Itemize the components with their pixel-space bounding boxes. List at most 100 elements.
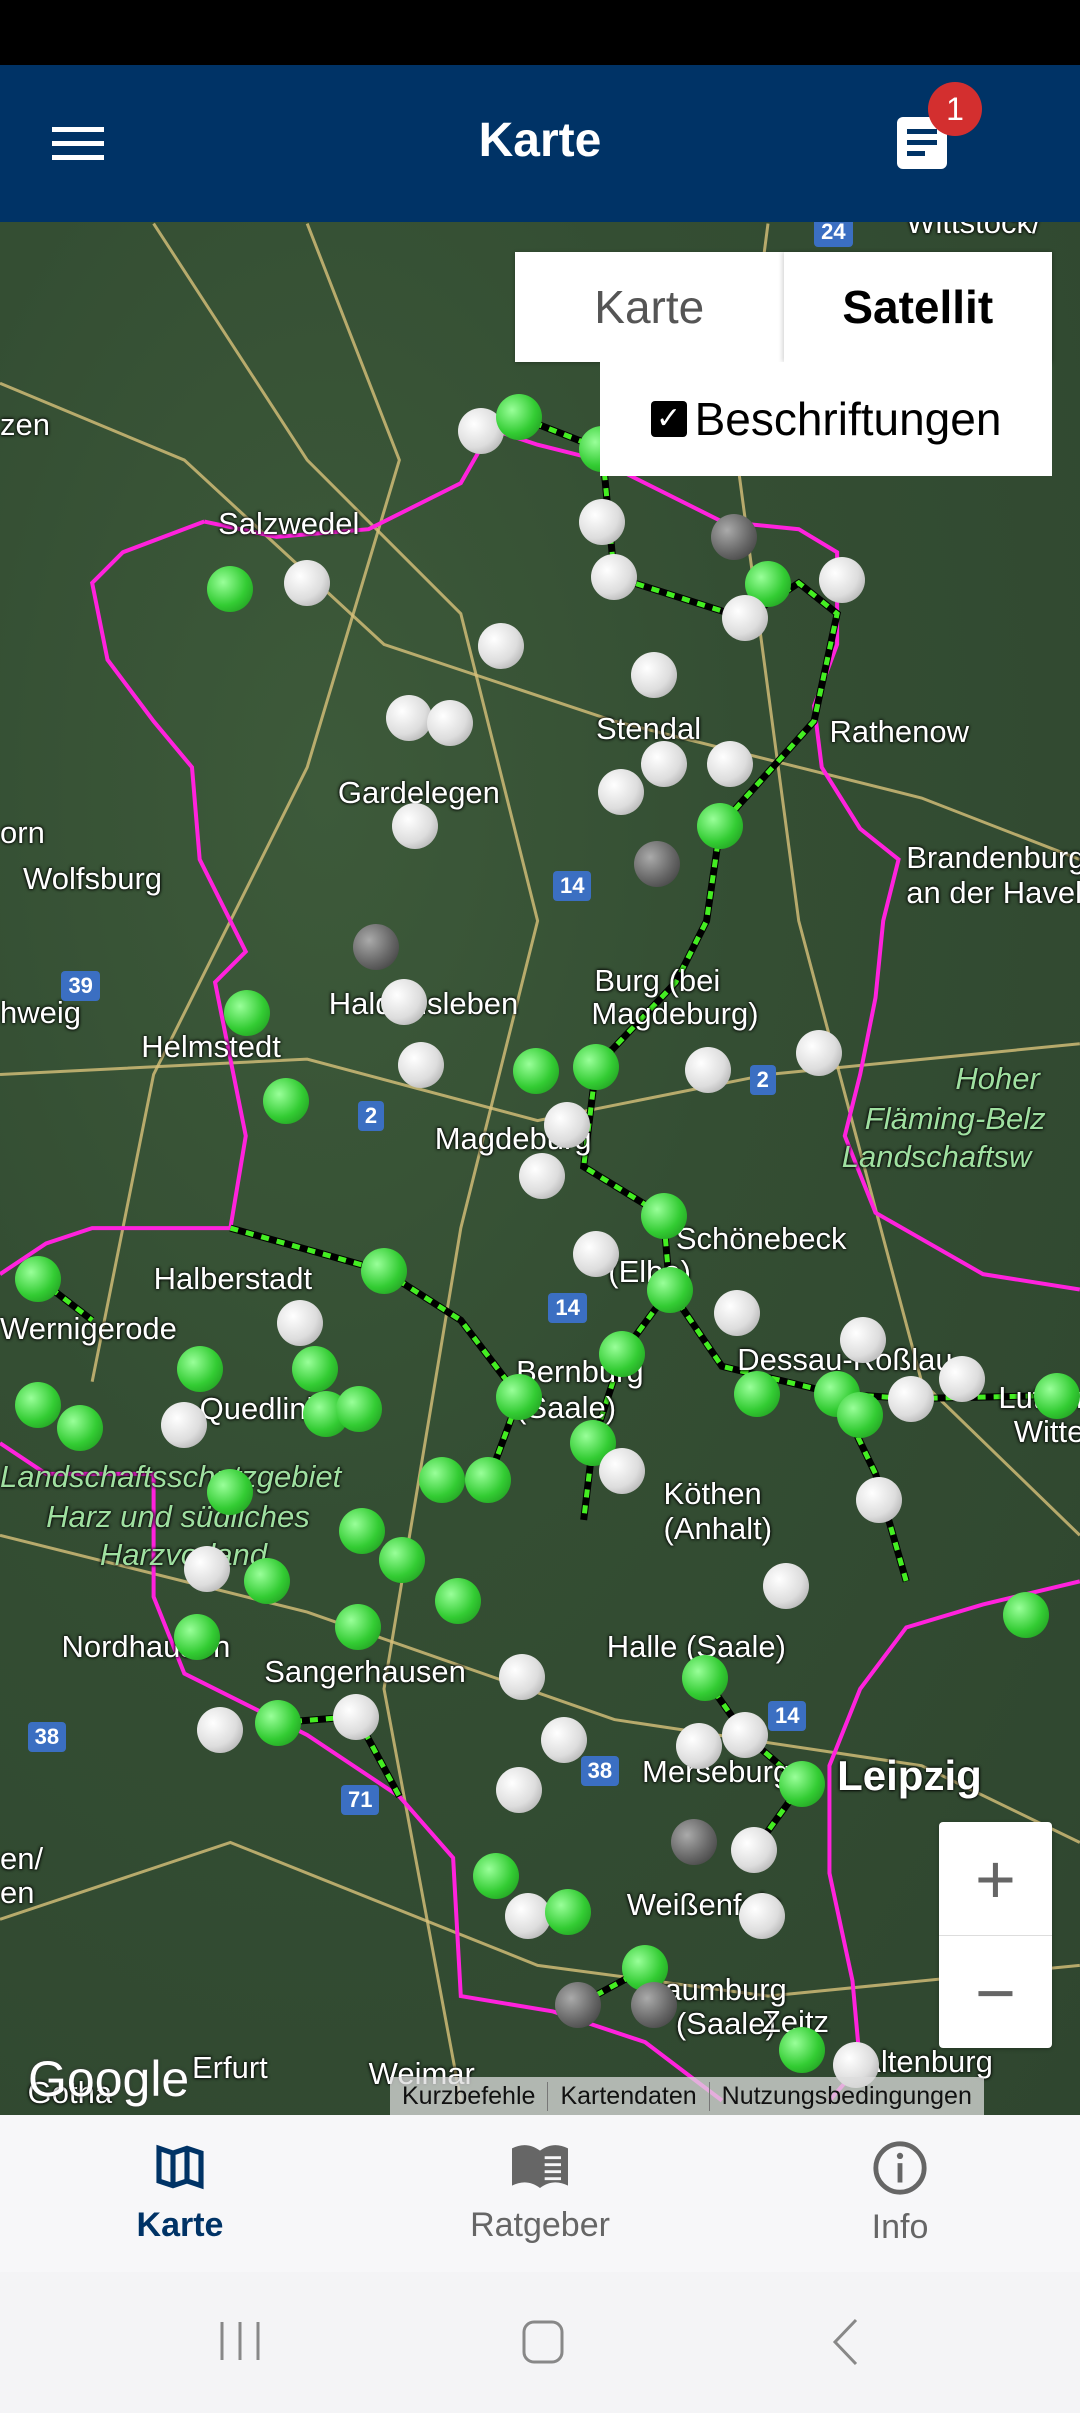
- place-label: Landschaftsschutzgebiet: [0, 1458, 342, 1494]
- marker-active[interactable]: [262, 1077, 309, 1124]
- app-bar: Karte 1: [0, 65, 1080, 222]
- marker-active[interactable]: [1003, 1592, 1050, 1639]
- marker-inactive[interactable]: [938, 1355, 985, 1402]
- marker-inactive[interactable]: [572, 1231, 619, 1278]
- road-shield: 39: [61, 970, 100, 1001]
- marker-inactive[interactable]: [591, 553, 638, 600]
- marker-inactive[interactable]: [714, 1289, 761, 1336]
- checkbox-checked-icon: ✓: [650, 401, 687, 437]
- marker-inactive[interactable]: [855, 1476, 902, 1523]
- marker-inactive[interactable]: [540, 1716, 587, 1763]
- place-label: Helmstedt: [141, 1028, 281, 1064]
- marker-inactive[interactable]: [519, 1152, 566, 1199]
- marker-inactive[interactable]: [397, 1042, 444, 1089]
- marker-inactive[interactable]: [738, 1893, 785, 1940]
- marker-inactive[interactable]: [731, 1827, 778, 1874]
- marker-active[interactable]: [697, 802, 744, 849]
- marker-active[interactable]: [15, 1381, 62, 1428]
- marker-inactive[interactable]: [391, 802, 438, 849]
- marker-active[interactable]: [56, 1404, 103, 1451]
- map-type-karte-button[interactable]: Karte: [515, 252, 784, 362]
- zoom-in-button[interactable]: +: [939, 1822, 1052, 1936]
- marker-inactive[interactable]: [640, 741, 687, 788]
- marker-active[interactable]: [640, 1192, 687, 1239]
- marker-active[interactable]: [496, 1374, 543, 1421]
- marker-active[interactable]: [173, 1613, 220, 1660]
- marker-inactive[interactable]: [597, 768, 644, 815]
- marker-unknown[interactable]: [554, 1982, 601, 2029]
- marker-active[interactable]: [419, 1456, 466, 1503]
- tab-karte[interactable]: Karte: [0, 2115, 360, 2272]
- marker-inactive[interactable]: [543, 1102, 590, 1149]
- tab-ratgeber[interactable]: Ratgeber: [360, 2115, 720, 2272]
- map-type-toggle: Karte Satellit: [515, 252, 1052, 362]
- tab-label: Karte: [136, 2206, 224, 2244]
- marker-inactive[interactable]: [685, 1046, 732, 1093]
- marker-active[interactable]: [339, 1507, 386, 1554]
- marker-inactive[interactable]: [477, 622, 524, 669]
- marker-active[interactable]: [496, 394, 543, 441]
- back-icon: [832, 2318, 858, 2366]
- marker-inactive[interactable]: [276, 1300, 323, 1347]
- home-icon: [522, 2320, 564, 2364]
- marker-active[interactable]: [734, 1370, 781, 1417]
- marker-active[interactable]: [778, 1761, 825, 1808]
- zoom-out-button[interactable]: −: [939, 1936, 1052, 2049]
- terms-link[interactable]: Nutzungsbedingungen: [710, 2082, 984, 2111]
- marker-unknown[interactable]: [353, 923, 400, 970]
- place-label: Salzwedel: [218, 506, 360, 542]
- marker-inactive[interactable]: [579, 498, 626, 545]
- marker-active[interactable]: [545, 1888, 592, 1935]
- marker-inactive[interactable]: [706, 741, 753, 788]
- marker-inactive[interactable]: [721, 1711, 768, 1758]
- marker-inactive[interactable]: [499, 1653, 546, 1700]
- map-view[interactable]: Wittstock/zen Salzwedel Stendal Rathenow Gar…: [0, 222, 1080, 2115]
- book-icon: [512, 2145, 568, 2188]
- map-data-link[interactable]: Kartendaten: [548, 2081, 710, 2111]
- place-label: Burg (bei: [594, 962, 721, 998]
- map-type-satellit-button[interactable]: Satellit: [784, 252, 1053, 362]
- system-nav-icons: [220, 2318, 858, 2366]
- marker-inactive[interactable]: [675, 1722, 722, 1769]
- place-label: Sangerhausen: [264, 1653, 466, 1689]
- map-icon: [156, 2144, 204, 2190]
- tab-info[interactable]: Info: [720, 2115, 1080, 2272]
- road-shield: 24: [814, 222, 853, 247]
- marker-active[interactable]: [434, 1578, 481, 1625]
- road-shield: 2: [357, 1101, 385, 1132]
- place-label: Harz und südliches: [46, 1498, 310, 1534]
- place-label: Schönebeck: [675, 1220, 847, 1256]
- marker-inactive[interactable]: [818, 556, 865, 603]
- marker-inactive[interactable]: [427, 699, 474, 746]
- marker-active[interactable]: [361, 1248, 407, 1295]
- marker-active[interactable]: [291, 1346, 338, 1393]
- marker-active[interactable]: [572, 1043, 619, 1090]
- marker-active[interactable]: [255, 1699, 302, 1746]
- marker-inactive[interactable]: [161, 1401, 208, 1448]
- marker-active[interactable]: [682, 1655, 729, 1702]
- marker-active[interactable]: [778, 2026, 825, 2073]
- marker-inactive[interactable]: [385, 695, 432, 742]
- marker-active[interactable]: [224, 990, 271, 1037]
- marker-active[interactable]: [1033, 1372, 1080, 1419]
- marker-active[interactable]: [646, 1266, 693, 1313]
- marker-active[interactable]: [599, 1331, 646, 1378]
- marker-inactive[interactable]: [721, 595, 768, 642]
- place-label: Wernigerode: [0, 1311, 177, 1347]
- marker-active[interactable]: [15, 1255, 62, 1302]
- marker-inactive[interactable]: [284, 559, 331, 606]
- marker-inactive[interactable]: [887, 1375, 934, 1422]
- shortcuts-link[interactable]: Kurzbefehle: [390, 2081, 549, 2111]
- marker-active[interactable]: [379, 1536, 426, 1583]
- marker-inactive[interactable]: [333, 1693, 380, 1740]
- marker-inactive[interactable]: [795, 1029, 842, 1076]
- marker-inactive[interactable]: [599, 1447, 646, 1494]
- marker-unknown[interactable]: [711, 513, 758, 560]
- marker-active[interactable]: [334, 1604, 381, 1651]
- labels-checkbox[interactable]: ✓ Beschriftungen: [600, 362, 1052, 476]
- marker-inactive[interactable]: [380, 979, 427, 1026]
- info-icon: [873, 2141, 927, 2195]
- road-shield: 2: [749, 1064, 776, 1095]
- marker-active[interactable]: [176, 1346, 223, 1393]
- marker-inactive[interactable]: [196, 1707, 243, 1754]
